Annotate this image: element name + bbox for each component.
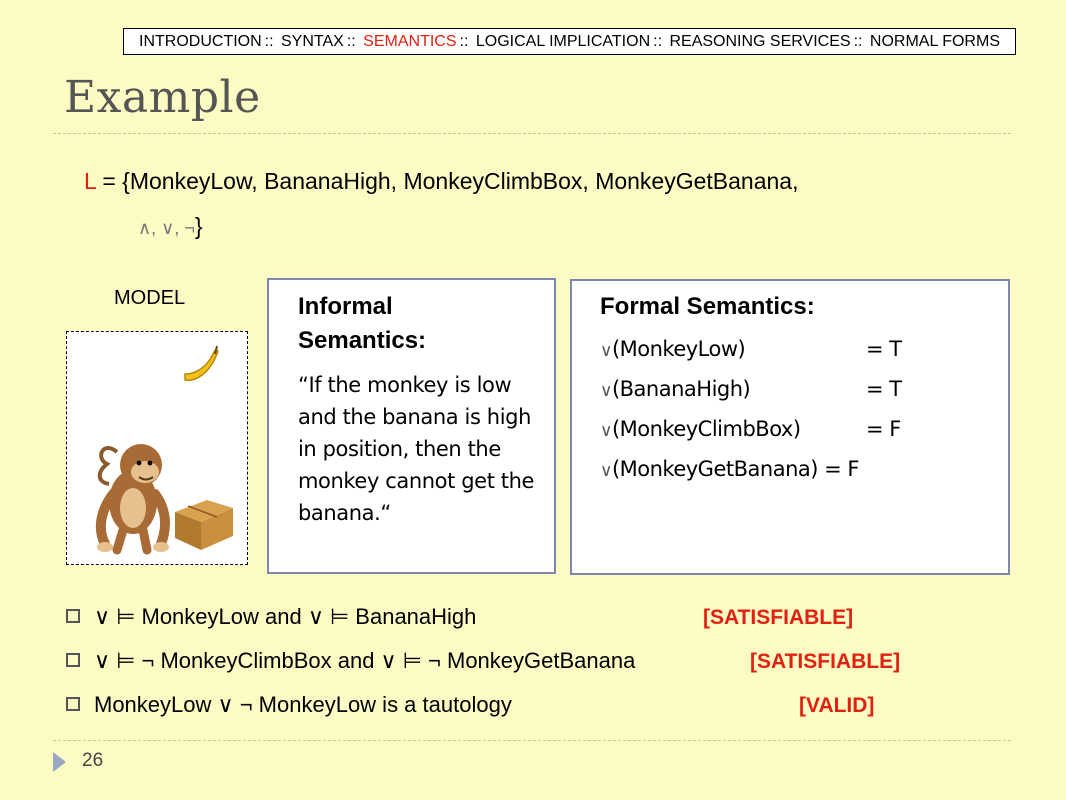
valuation-symbol: ∨	[600, 421, 612, 441]
formal-row-value: = T	[866, 377, 902, 401]
formal-row: ∨(BananaHigh) = T	[600, 377, 902, 401]
formal-row-arg: (MonkeyGetBanana) = F	[611, 457, 860, 481]
nav-separator: ::	[853, 33, 863, 50]
box-icon	[175, 500, 233, 550]
nav-separator: ::	[459, 33, 469, 50]
language-close-brace: }	[194, 213, 203, 239]
formal-row-value: = T	[866, 337, 902, 361]
bullet-text: ∨ ⊨ ¬ MonkeyClimbBox and ∨ ⊨ ¬ MonkeyGet…	[94, 648, 636, 673]
page-number: 26	[82, 750, 104, 771]
formal-semantics-heading: Formal Semantics:	[600, 293, 815, 320]
language-connectives: ∧, ∨, ¬	[138, 218, 195, 238]
nav-separator: ::	[653, 33, 663, 50]
page-title: Example	[64, 72, 261, 123]
nav-item-reasoning-services[interactable]: REASONING SERVICES	[669, 33, 850, 50]
banana-icon	[184, 345, 219, 382]
informal-semantics-text: “If the monkey is low and the banana is …	[298, 373, 535, 525]
title-divider	[53, 133, 1011, 134]
language-symbol: L	[84, 168, 96, 194]
nav-item-introduction[interactable]: INTRODUCTION	[139, 33, 262, 50]
formal-row-arg: (MonkeyClimbBox)	[611, 417, 801, 441]
nav-item-semantics[interactable]: SEMANTICS	[363, 33, 456, 50]
valuation-symbol: ∨	[600, 341, 612, 361]
formal-semantics-box: Formal Semantics: ∨(MonkeyLow) = T ∨(Ban…	[570, 279, 1010, 575]
nav-item-logical-implication[interactable]: LOGICAL IMPLICATION	[476, 33, 650, 50]
model-label: MODEL	[114, 287, 186, 309]
formal-row-arg: (BananaHigh)	[611, 377, 751, 401]
informal-semantics-heading: Informal Semantics:	[298, 293, 427, 354]
informal-semantics-box: Informal Semantics: “If the monkey is lo…	[267, 278, 556, 574]
formal-row: ∨(MonkeyLow) = T	[600, 337, 902, 361]
list-item: ∨ ⊨ MonkeyLow and ∨ ⊨ BananaHigh	[66, 604, 476, 630]
valid-tag: [VALID]	[799, 694, 875, 717]
language-atoms: = {MonkeyLow, BananaHigh, MonkeyClimbBox…	[95, 168, 799, 194]
bullet-text: ∨ ⊨ MonkeyLow and ∨ ⊨ BananaHigh	[94, 604, 477, 629]
footer-divider	[53, 740, 1011, 741]
bullet-text: MonkeyLow ∨ ¬ MonkeyLow is a tautology	[94, 692, 512, 717]
nav-separator: ::	[346, 33, 356, 50]
nav-item-syntax[interactable]: SYNTAX	[281, 33, 344, 50]
satisfiable-tag: [SATISFIABLE]	[703, 606, 854, 629]
nav-separator: ::	[264, 33, 274, 50]
play-arrow-icon	[53, 752, 66, 772]
section-nav: INTRODUCTION:: SYNTAX:: SEMANTICS:: LOGI…	[123, 28, 1016, 55]
formal-row-arg: (MonkeyLow)	[611, 337, 746, 361]
list-item: MonkeyLow ∨ ¬ MonkeyLow is a tautology	[66, 692, 512, 718]
formal-row: ∨(MonkeyGetBanana) = F	[600, 457, 859, 481]
checkbox-bullet-icon	[66, 609, 80, 624]
valuation-symbol: ∨	[600, 381, 612, 401]
language-definition: L = {MonkeyLow, BananaHigh, MonkeyClimbB…	[84, 168, 799, 195]
list-item: ∨ ⊨ ¬ MonkeyClimbBox and ∨ ⊨ ¬ MonkeyGet…	[66, 648, 635, 674]
model-image	[66, 331, 248, 565]
valuation-symbol: ∨	[600, 461, 612, 481]
checkbox-bullet-icon	[66, 653, 80, 668]
nav-item-normal-forms[interactable]: NORMAL FORMS	[870, 33, 1000, 50]
language-connectives-line: ∧, ∨, ¬}	[138, 213, 203, 240]
satisfiable-tag: [SATISFIABLE]	[750, 650, 901, 673]
formal-row: ∨(MonkeyClimbBox) = F	[600, 417, 901, 441]
checkbox-bullet-icon	[66, 697, 80, 712]
monkey-icon	[95, 444, 170, 555]
formal-row-value: = F	[866, 417, 901, 441]
